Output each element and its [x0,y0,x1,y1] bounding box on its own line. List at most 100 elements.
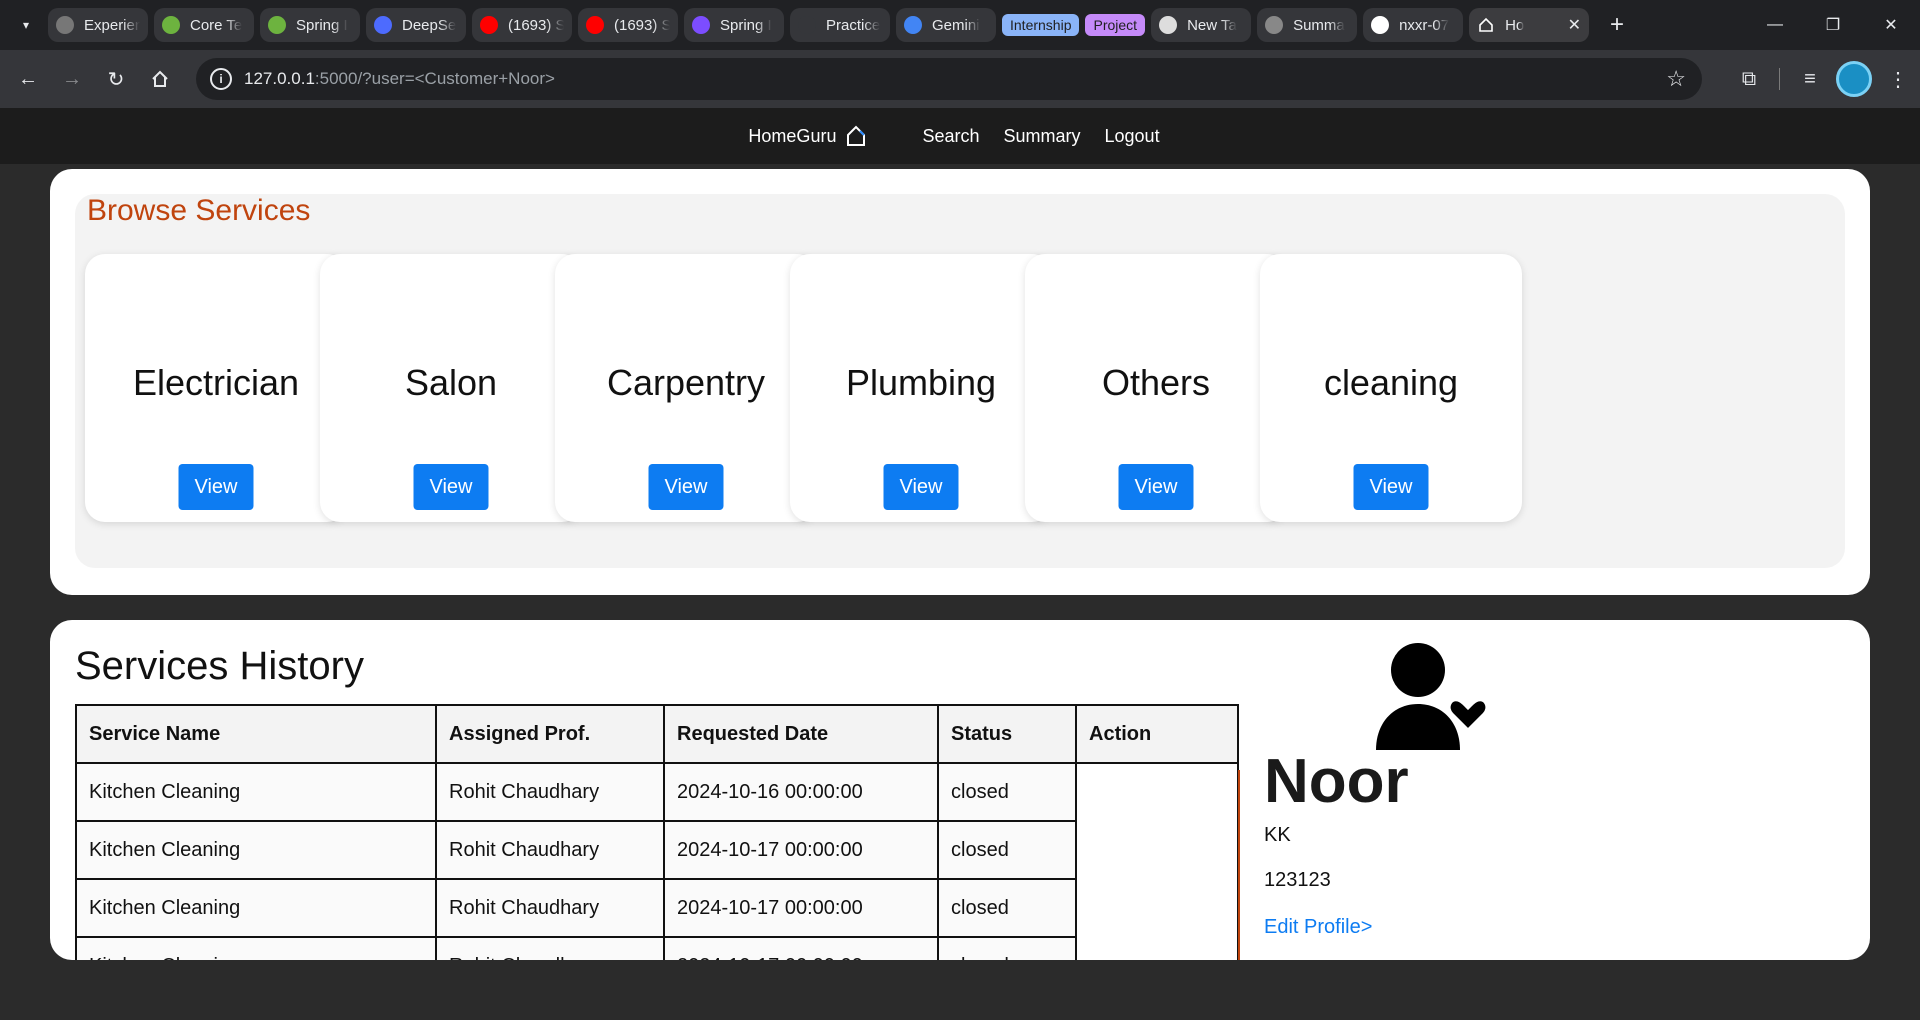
nav-search-link[interactable]: Search [922,126,979,147]
extensions-icon[interactable]: ⧉ [1727,57,1771,101]
table-row: Kitchen CleaningRohit Chaudhary2024-10-1… [75,820,1238,880]
nav-logout-link[interactable]: Logout [1105,126,1160,147]
tab-after-2-favicon-icon [1371,16,1390,34]
table-row: Kitchen CleaningRohit Chaudhary2024-10-1… [75,936,1238,960]
table-cell: Kitchen Cleaning [75,936,437,960]
table-cell: Kitchen Cleaning [75,878,437,938]
tab-4-label: (1693) S [508,16,564,34]
table-body: Kitchen Cleaning Rohit Chaudhary 2024-10-1… [75,762,1239,960]
tab-after-1-favicon-icon [1265,16,1284,34]
table-cell: 2024-10-16 00:00:00 [663,762,939,822]
tab-group-0[interactable]: Internship [1002,8,1080,42]
tab-0[interactable]: Experien [48,8,148,42]
tab-5[interactable]: (1693) S [578,8,678,42]
service-card: cleaning View [1260,254,1522,522]
browse-services-title: Browse Services [87,194,311,227]
tab-search-chevron-icon[interactable]: ▾ [10,9,42,41]
table-cell: Rohit Chaudhary [435,936,665,960]
tab-7-favicon-icon [798,16,816,34]
reload-icon[interactable]: ↻ [94,57,138,101]
services-history-table: Service Name Assigned Prof. Requested Da… [75,704,1239,960]
service-name: Carpentry [606,362,766,403]
media-controls-icon[interactable]: ≡ [1788,57,1832,101]
service-card: Others View [1025,254,1287,522]
tab-7-label: Practice [826,16,881,34]
browse-services-inner: Browse Services Electrician View Salon View… [75,194,1845,568]
profile-avatar[interactable] [1832,57,1876,101]
tab-3[interactable]: DeepSe [366,8,466,42]
tab-after-1[interactable]: Summa [1257,8,1358,42]
tab-1[interactable]: Core Te [154,8,254,42]
tab-3-favicon-icon [374,16,392,34]
table-header-row: Service Name Assigned Prof. Requested Da… [75,704,1239,764]
bookmark-star-icon[interactable]: ☆ [1666,66,1686,92]
action-cell [1075,762,1239,960]
tab-group-1[interactable]: Project [1085,8,1146,42]
tab-close-icon[interactable]: ✕ [1568,15,1581,35]
profile-line-1: KK [1264,824,1291,846]
view-service-button[interactable]: View [883,464,959,510]
new-tab-button[interactable]: + [1599,11,1635,39]
tab-4[interactable]: (1693) S [472,8,572,42]
back-icon[interactable]: ← [6,57,50,101]
nav-summary-link[interactable]: Summary [1004,126,1081,147]
tab-8-favicon-icon [904,16,922,34]
table-cell: 2024-10-17 00:00:00 [663,878,939,938]
tab-after-1-label: Summa [1293,16,1345,34]
view-service-button[interactable]: View [178,464,254,510]
restore-icon[interactable]: ❐ [1804,0,1862,50]
table-row: Kitchen CleaningRohit Chaudhary2024-10-1… [75,878,1238,938]
user-heart-icon [1376,642,1489,759]
site-info-icon[interactable]: i [210,68,232,90]
tab-strip-after: New Ta Summa nxxr-07 [1151,8,1469,42]
service-name: Others [1101,362,1211,403]
tab-after-2[interactable]: nxxr-07 [1363,8,1464,42]
tab-2[interactable]: Spring I [260,8,360,42]
tab-2-label: Spring I [296,16,348,34]
profile-line-2: 123123 [1264,869,1331,891]
tab-5-label: (1693) S [614,16,670,34]
close-window-icon[interactable]: ✕ [1862,0,1920,50]
forward-icon[interactable]: → [50,57,94,101]
profile-name: Noor [1264,747,1409,816]
tab-group-label: Internship [1002,14,1080,36]
table-cell: closed [937,820,1077,880]
view-service-button[interactable]: View [413,464,489,510]
tab-active[interactable]: Ho ✕ [1469,8,1590,42]
table-cell: Kitchen Cleaning [75,762,437,822]
browse-services-panel: Browse Services Electrician View Salon View… [50,169,1870,595]
table-cell: 2024-10-17 00:00:00 [663,936,939,960]
tab-8[interactable]: Gemini [896,8,996,42]
edit-profile-link[interactable]: Edit Profile> [1264,916,1372,939]
url-path: :5000/?user=<Customer+Noor> [314,69,555,88]
table-cell: 2024-10-17 00:00:00 [663,820,939,880]
service-name: Plumbing [845,362,997,403]
service-card: Salon View [320,254,582,522]
tab-7[interactable]: Practice [790,8,890,42]
col-status: Status [937,704,1077,764]
service-card: Electrician View [85,254,347,522]
table-row: Kitchen CleaningRohit Chaudhary2024-10-1… [75,762,1239,960]
home-icon[interactable] [138,57,182,101]
tab-0-label: Experien [84,16,140,34]
view-service-button[interactable]: View [1118,464,1194,510]
view-service-button[interactable]: View [648,464,724,510]
house-icon [847,125,866,146]
browser-tab-bar: ▾ Experien Core Te Spring I DeepSe (1693) S (… [0,0,1920,50]
view-service-button[interactable]: View [1353,464,1429,510]
address-bar[interactable]: i 127.0.0.1 :5000/?user=<Customer+Noor> … [196,58,1702,100]
tab-6[interactable]: Spring I [684,8,784,42]
table-cell: closed [937,936,1077,960]
tab-5-favicon-icon [586,16,604,34]
table-cell: Rohit Chaudhary [435,820,665,880]
brand-link[interactable]: HomeGuru [748,125,866,147]
table-cell: Rohit Chaudhary [435,878,665,938]
tab-0-favicon-icon [56,16,74,34]
menu-kebab-icon[interactable]: ⋮ [1876,57,1920,101]
tab-2-favicon-icon [268,16,286,34]
col-service-name: Service Name [75,704,437,764]
services-history-title: Services History [75,644,364,688]
tab-after-0[interactable]: New Ta [1151,8,1252,42]
minimize-icon[interactable]: — [1746,0,1804,50]
toolbar-divider [1779,68,1780,90]
